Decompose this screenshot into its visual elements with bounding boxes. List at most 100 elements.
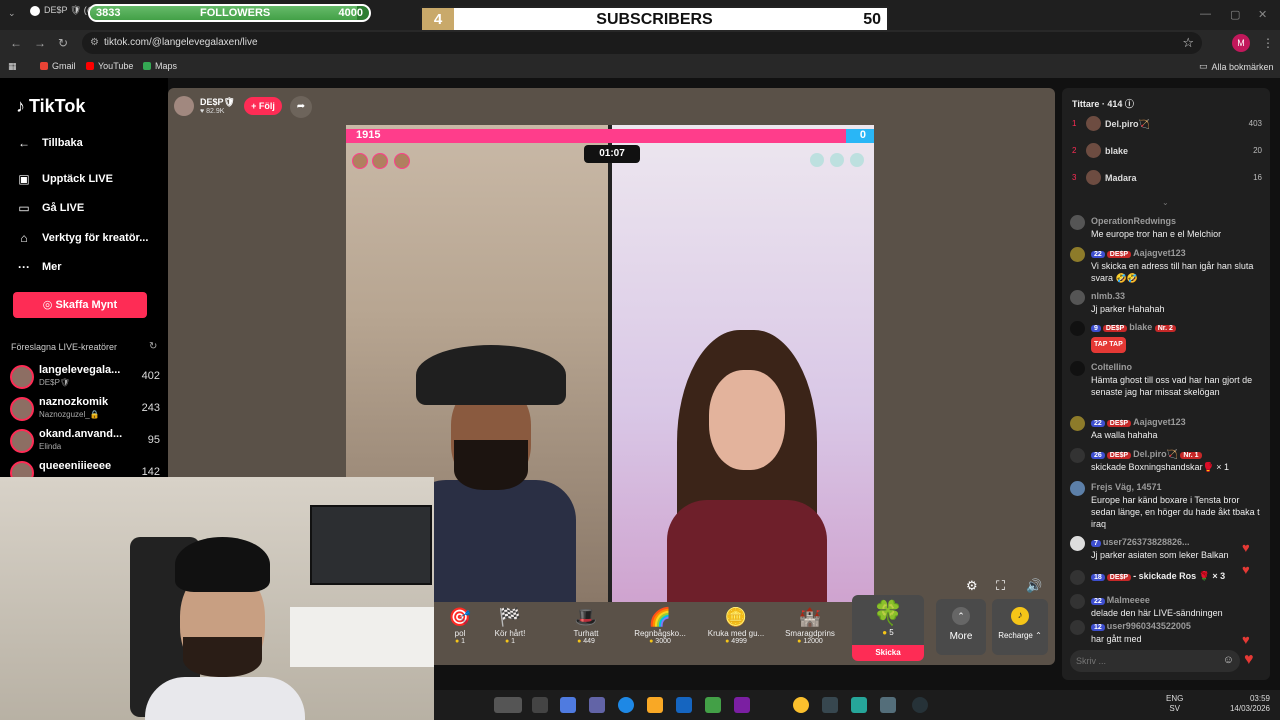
recharge-button[interactable]: ♪ Recharge ⌃ (992, 599, 1048, 655)
vpn-icon[interactable] (705, 697, 721, 713)
minimize-icon[interactable]: — (1200, 8, 1211, 20)
clock[interactable]: 03:59 14/03/2026 (1230, 694, 1270, 714)
address-bar[interactable]: ⚙ tiktok.com/@langelevegalaxen/live ☆ (82, 32, 1202, 54)
supporter-avatar (850, 153, 864, 167)
chat-user-line[interactable]: 12 user9960343522005 (1091, 621, 1191, 631)
bookmark-star-icon[interactable]: ☆ (1182, 35, 1194, 51)
chat-user-line[interactable]: 22 DE$P Aajagvet123 (1091, 248, 1186, 258)
close-icon[interactable]: ✕ (1258, 8, 1267, 21)
viewer-score: 16 (1253, 173, 1262, 182)
avatar (10, 397, 34, 421)
share-icon[interactable]: ➦ (290, 96, 312, 118)
chat-user-line[interactable]: 7 user726373828826... (1091, 537, 1189, 547)
back-arrow-icon[interactable]: ← (10, 36, 22, 50)
back-link[interactable]: ← Tillbaka (16, 136, 83, 150)
chat-user-line[interactable]: 26 DE$P Del.piro🏹 Nr. 1 (1091, 449, 1204, 460)
level-badge: 22 (1091, 251, 1105, 258)
logo-text: TikTok (29, 96, 86, 116)
tiktok-logo[interactable]: ♪ TikTok (16, 96, 85, 117)
chat-user[interactable]: nlmb.33 (1091, 291, 1125, 301)
more-gifts-button[interactable]: ⌃ More (936, 599, 986, 655)
creator-item[interactable]: naznozkomik Naznozguzel_🔒 243 (10, 395, 160, 423)
chat-user-line[interactable]: 9 DE$P blake Nr. 2 (1091, 322, 1178, 332)
creator-item[interactable]: langelevegala... DE$P🛡 402 (10, 363, 160, 391)
host-info[interactable]: DE$P🛡 ♥ 82.9K (174, 96, 235, 116)
forward-arrow-icon[interactable]: → (34, 36, 46, 50)
language-indicator[interactable]: ENG SV (1166, 694, 1183, 714)
gift-price: ● 5 (882, 628, 894, 637)
profile-avatar[interactable]: M (1232, 34, 1250, 52)
rank-badge: Nr. 1 (1180, 452, 1202, 459)
app-icon[interactable] (822, 697, 838, 713)
weather-icon[interactable] (494, 697, 522, 713)
chat-user[interactable]: OperationRedwings (1091, 216, 1176, 226)
nav-more[interactable]: ··· Mer (16, 260, 62, 274)
chat-user[interactable]: Frejs Väg, 14571 (1091, 482, 1162, 492)
top-viewer[interactable]: 1 Del.piro🏹 403 (1072, 116, 1262, 134)
chat-text: Jj parker Hahahah (1091, 304, 1165, 314)
site-info-icon[interactable]: ⚙ (90, 37, 99, 48)
chevron-down-icon[interactable]: ⌄ (1162, 198, 1169, 207)
chat-user[interactable]: Coltellino (1091, 362, 1132, 372)
bookmark-maps[interactable]: Maps (143, 61, 177, 71)
refresh-icon[interactable]: ↻ (149, 341, 157, 352)
browser-menu-icon[interactable]: ⋮ (1262, 36, 1274, 50)
app-icon[interactable] (880, 697, 896, 713)
bookmark-youtube[interactable]: YouTube (86, 61, 133, 71)
gift-item[interactable]: 🪙 Kruka med gu... ● 4999 (700, 607, 772, 655)
task-view-icon[interactable] (532, 697, 548, 713)
gift-item[interactable]: 🌈 Regnbågsko... ● 3000 (624, 607, 696, 655)
back-arrow-icon: ← (18, 136, 30, 150)
gift-item[interactable]: 🏁 Kör hårt! ● 1 (474, 607, 546, 655)
gift-bar: 🎯 pol ● 1 🏁 Kör hårt! ● 1 🎩 Turhatt ● 449 🌈 Reg… (436, 595, 1048, 661)
rank: 1 (1072, 119, 1077, 128)
fullscreen-icon[interactable]: ⛶ (996, 578, 1005, 594)
settings-icon[interactable]: ⚙ (966, 578, 978, 594)
chat-user-line[interactable]: 22 Malmeeee (1091, 595, 1150, 605)
viewer-score: 403 (1248, 119, 1262, 128)
follow-button[interactable]: + Följ (244, 97, 282, 115)
app-icon[interactable] (851, 697, 867, 713)
level-badge: 9 (1091, 325, 1101, 332)
viewers-title: Tittare · 414 ⓘ (1072, 99, 1134, 109)
chrome-icon[interactable] (793, 697, 809, 713)
store-icon[interactable] (734, 697, 750, 713)
emoji-icon[interactable]: ☺ (1223, 654, 1234, 666)
volume-icon[interactable]: 🔊 (1026, 578, 1042, 594)
chat-user-line[interactable]: 18 DE$P - skickade Ros 🌹 × 3 (1091, 571, 1225, 582)
top-viewer[interactable]: 3 Madara 16 (1072, 170, 1262, 188)
apps-grid-icon[interactable]: ▦ (8, 61, 17, 72)
chat-input-box[interactable]: ☺ (1070, 650, 1240, 672)
like-heart-icon[interactable]: ♥ (1244, 651, 1254, 669)
bookmark-gmail[interactable]: Gmail (40, 61, 76, 71)
tab-menu-icon[interactable]: ⌄ (8, 8, 16, 19)
mail-icon[interactable] (676, 697, 692, 713)
all-bookmarks[interactable]: ▭ Alla bokmärken (1199, 61, 1274, 72)
creator-item[interactable]: okand.anvand... Elinda 95 (10, 427, 160, 455)
nav-go-live[interactable]: ▭ Gå LIVE (16, 201, 84, 215)
top-viewer[interactable]: 2 blake 20 (1072, 143, 1262, 161)
nav-creator-tools[interactable]: ⌂ Verktyg för kreatör... (16, 231, 148, 245)
nav-discover-live[interactable]: ▣ Upptäck LIVE (16, 172, 113, 186)
chat-input[interactable] (1076, 654, 1211, 668)
edge-icon[interactable] (618, 697, 634, 713)
gift-item[interactable]: 🎩 Turhatt ● 449 (550, 607, 622, 655)
level-badge: 22 (1091, 598, 1105, 605)
copilot-icon[interactable] (560, 697, 576, 713)
file-explorer-icon[interactable] (647, 697, 663, 713)
folder-icon: ▭ (1199, 61, 1208, 71)
obs-icon[interactable] (912, 697, 928, 713)
selected-gift[interactable]: 🍀 ● 5 Skicka (852, 595, 924, 661)
teams-icon[interactable] (589, 697, 605, 713)
reload-icon[interactable]: ↻ (58, 36, 68, 50)
gift-item[interactable]: 🏰 Smaragdprins ● 12000 (774, 607, 846, 655)
gift-name: Regnbågsko... (634, 629, 686, 638)
nav-label: Upptäck LIVE (42, 173, 113, 185)
get-coins-button[interactable]: ◎ Skaffa Mynt (13, 292, 147, 318)
send-gift-button[interactable]: Skicka (852, 645, 924, 661)
chat-user-line[interactable]: 22 DE$P Aajagvet123 (1091, 417, 1186, 427)
creator-sub: Naznozguzel_🔒 (39, 410, 100, 419)
maximize-icon[interactable]: ▢ (1230, 8, 1240, 21)
camera-icon: ▭ (18, 201, 30, 215)
chat-text: Vi skicka en adress till han igår han sl… (1091, 261, 1254, 283)
